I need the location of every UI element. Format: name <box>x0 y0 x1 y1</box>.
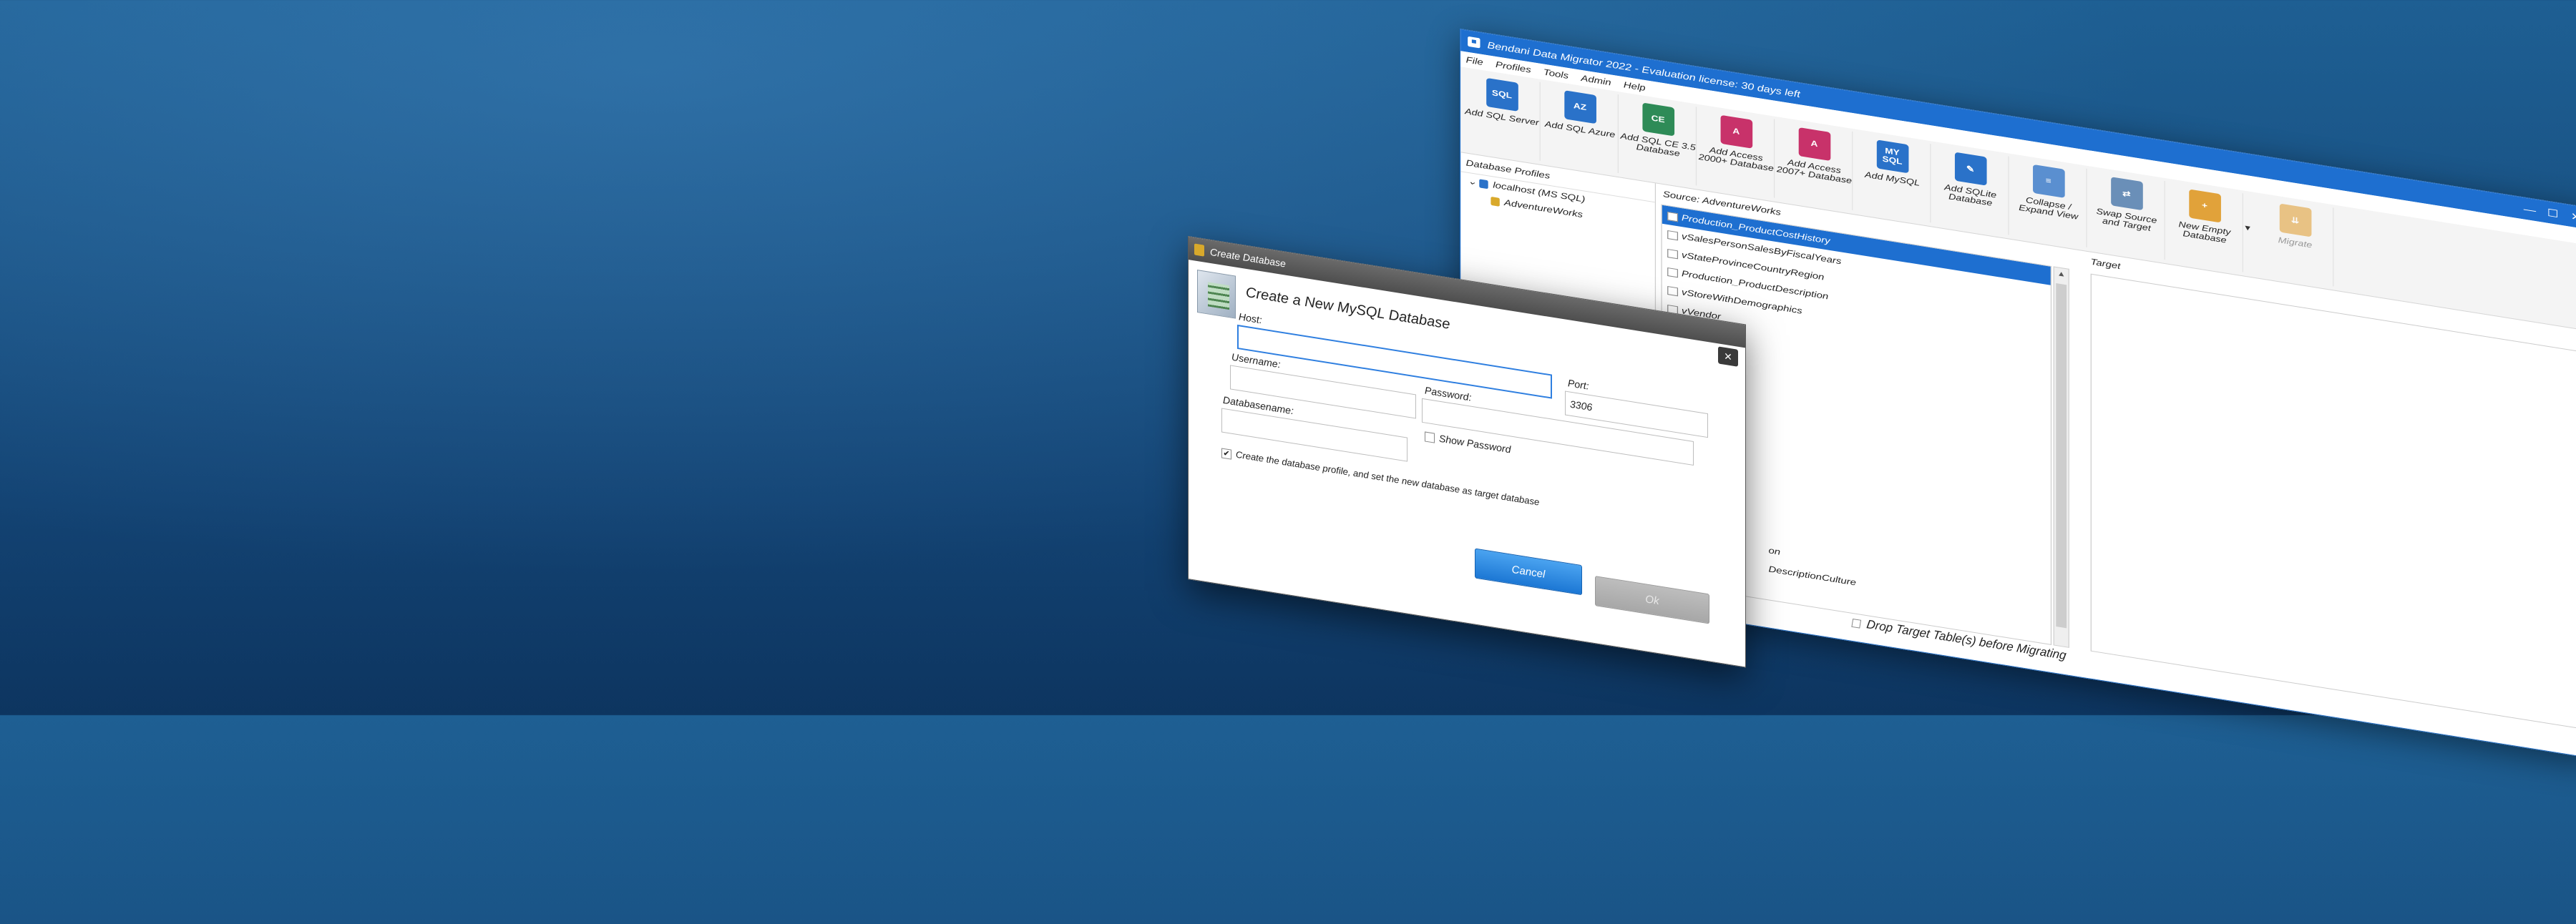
create-profile-checkbox[interactable]: ✔ <box>1221 448 1231 460</box>
show-password-checkbox[interactable] <box>1425 431 1435 443</box>
ribbon-button-mysql[interactable]: MY SQL Add MySQL <box>1854 132 1931 223</box>
ok-button[interactable]: Ok <box>1595 576 1709 624</box>
scroll-up-icon[interactable]: ▲ <box>2054 267 2069 282</box>
ribbon-label: Add MySQL <box>1865 170 1920 188</box>
dropdown-arrow-icon[interactable]: ▾ <box>2245 194 2257 235</box>
ribbon-button-collapse-expand[interactable]: ≡ Collapse / Expand View <box>2011 156 2087 247</box>
ribbon-label: Add Access 2000+ Database <box>1698 146 1774 174</box>
migrate-icon: ⇊ <box>2279 203 2311 237</box>
access-icon: A <box>1719 114 1752 149</box>
cancel-button[interactable]: Cancel <box>1475 548 1582 596</box>
ribbon-button-sql-ce[interactable]: CE Add SQL CE 3.5 Database <box>1620 94 1697 186</box>
menu-file[interactable]: File <box>1466 54 1483 67</box>
menu-help[interactable]: Help <box>1624 79 1646 93</box>
app-icon: ■ <box>1468 36 1480 49</box>
swap-icon: ⇄ <box>2110 177 2143 211</box>
ribbon-label: Migrate <box>2278 236 2313 250</box>
show-password-label: Show Password <box>1439 432 1511 456</box>
table-checkbox[interactable] <box>1667 230 1679 241</box>
table-checkbox[interactable] <box>1667 211 1679 222</box>
sqlite-icon: ✎ <box>1954 152 1986 186</box>
sql-server-icon: SQL <box>1485 77 1518 112</box>
ribbon-button-access-2007[interactable]: A Add Access 2007+ Database <box>1776 119 1853 211</box>
sql-azure-icon: AZ <box>1563 90 1596 124</box>
sql-ce-icon: CE <box>1641 102 1674 137</box>
mysql-icon: MY SQL <box>1876 139 1908 174</box>
database-icon <box>1194 243 1204 257</box>
ribbon-button-sql-server[interactable]: SQL Add SQL Server <box>1464 69 1541 161</box>
table-checkbox[interactable] <box>1667 285 1679 297</box>
ribbon-button-new-database[interactable]: + New Empty Database <box>2167 181 2243 272</box>
ribbon-label: Add SQL CE 3.5 Database <box>1620 132 1696 159</box>
close-button[interactable]: ✕ <box>2565 209 2576 225</box>
target-list[interactable] <box>2090 273 2576 729</box>
table-checkbox[interactable] <box>1667 267 1679 278</box>
drop-target-checkbox[interactable] <box>1851 618 1862 629</box>
create-profile-label: Create the database profile, and set the… <box>1236 448 1540 508</box>
dialog-close-button[interactable]: ✕ <box>1718 346 1738 367</box>
maximize-button[interactable]: ☐ <box>2542 205 2565 221</box>
table-checkbox[interactable] <box>1667 248 1679 260</box>
ribbon-label: Add Access 2007+ Database <box>1776 158 1852 186</box>
menu-tools[interactable]: Tools <box>1543 67 1568 82</box>
ribbon-label: Add SQL Azure <box>1544 119 1616 140</box>
ribbon-label: Add SQLite Database <box>1944 183 1997 208</box>
ribbon-label: Collapse / Expand View <box>2019 196 2079 222</box>
database-icon <box>1491 196 1500 207</box>
ribbon-button-migrate[interactable]: ⇊ Migrate <box>2257 195 2334 287</box>
minimize-button[interactable]: — <box>2518 202 2541 217</box>
mysql-database-logo-icon <box>1197 270 1236 319</box>
scroll-thumb[interactable] <box>2056 282 2067 629</box>
ribbon-button-swap[interactable]: ⇄ Swap Source and Target <box>2089 169 2165 260</box>
collapse-expand-icon: ≡ <box>2032 164 2065 198</box>
ribbon-button-sql-azure[interactable]: AZ Add SQL Azure <box>1542 82 1619 174</box>
ribbon-label: New Empty Database <box>2178 220 2231 245</box>
access-2007-icon: A <box>1798 127 1830 161</box>
ribbon-button-access[interactable]: A Add Access 2000+ Database <box>1698 107 1775 198</box>
source-scrollbar[interactable]: ▲ <box>2053 266 2069 648</box>
ribbon-label: Add SQL Server <box>1465 107 1539 128</box>
port-label: Port: <box>1568 377 1589 392</box>
database-server-icon <box>1479 179 1489 190</box>
new-database-icon: + <box>2188 189 2221 223</box>
host-label: Host: <box>1239 310 1262 326</box>
target-pane: Target <box>2082 251 2576 760</box>
expand-icon[interactable]: ⌄ <box>1468 176 1480 188</box>
ribbon-label: Swap Source and Target <box>2096 207 2157 233</box>
dialog-title: Create Database <box>1210 245 1286 270</box>
menu-admin[interactable]: Admin <box>1581 73 1611 88</box>
ribbon-button-sqlite[interactable]: ✎ Add SQLite Database <box>1932 144 2009 235</box>
